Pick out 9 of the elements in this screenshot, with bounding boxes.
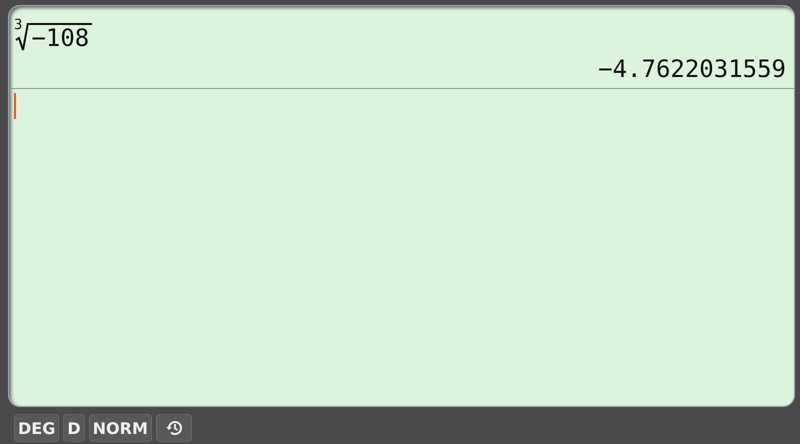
root-index: 3 [14, 18, 22, 32]
mode-button[interactable]: NORM [88, 414, 152, 442]
history-button[interactable] [156, 414, 192, 442]
mode-button[interactable]: D [63, 414, 85, 442]
history-icon [164, 419, 183, 437]
result-text: −4.7622031559 [597, 54, 786, 84]
radicand-text: −108 [29, 23, 92, 51]
text-cursor [14, 93, 16, 119]
mode-button[interactable]: DEG [14, 414, 60, 442]
